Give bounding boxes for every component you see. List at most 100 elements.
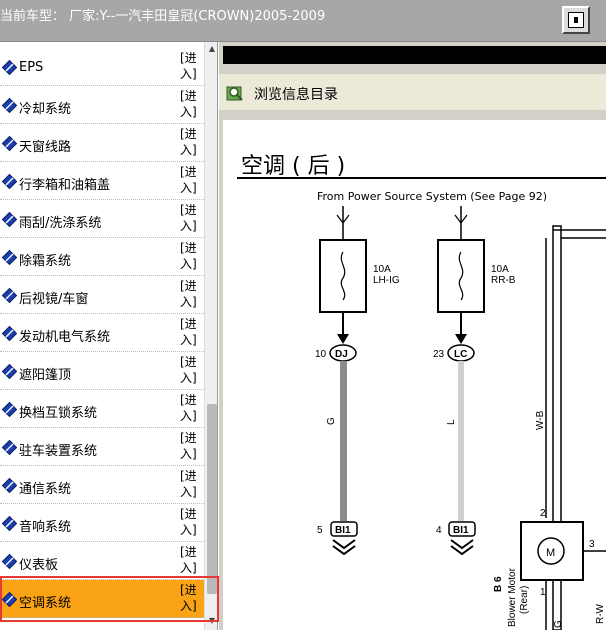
sidebar-item-label: 驻车装置系统	[19, 444, 98, 459]
conn2-pin: 23	[433, 349, 445, 360]
wiring-diagram-page: 空调 ( 后 ) From Power Source System (See P…	[223, 120, 606, 630]
sidebar-item[interactable]: 空调系统 [进入]	[0, 580, 204, 618]
sidebar-item-label: EPS	[19, 60, 44, 75]
sidebar-item[interactable]: 行李箱和油箱盖 [进入]	[0, 162, 204, 200]
enter-link[interactable]: [进入]	[180, 50, 200, 82]
enter-link[interactable]: [进入]	[180, 354, 200, 386]
bottom-wire: R-W	[595, 603, 606, 624]
sidebar-scrollbar[interactable]: ▲ ▼	[204, 42, 217, 630]
enter-link[interactable]: [进入]	[180, 544, 200, 576]
sidebar-item-label: 行李箱和油箱盖	[19, 178, 111, 193]
window-toggle-button[interactable]	[562, 6, 590, 34]
enter-link[interactable]: [进入]	[180, 88, 200, 120]
book-icon	[2, 212, 17, 227]
sidebar-item-label: 除霜系统	[19, 254, 72, 269]
content-panel: 浏览信息目录 空调 ( 后 ) From Power Source System…	[219, 42, 606, 630]
magnifier-icon	[226, 86, 243, 101]
sidebar-item-label: 后视镜/车窗	[19, 292, 89, 307]
bi1-id-b: BI1	[453, 525, 469, 536]
sidebar-item-label: 仪表板	[19, 558, 59, 573]
motor-side: (Rear)	[519, 586, 530, 614]
enter-link[interactable]: [进入]	[180, 392, 200, 424]
sidebar-item-label: 遮阳篷顶	[19, 368, 72, 383]
fuse1-rating: 10A	[373, 264, 391, 275]
sidebar-item-label: 通信系统	[19, 482, 72, 497]
sidebar-item[interactable]: 天窗线路 [进入]	[0, 124, 204, 162]
sidebar-item-label: 雨刮/洗涤系统	[19, 216, 102, 231]
motor-name: Blower Motor	[507, 567, 518, 627]
sidebar-item-label: 空调系统	[19, 596, 72, 611]
fuse2-rating: 10A	[491, 264, 509, 275]
sidebar-item[interactable]: 发动机电气系统 [进入]	[0, 314, 204, 352]
enter-link[interactable]: [进入]	[180, 468, 200, 500]
browse-directory-label[interactable]: 浏览信息目录	[254, 84, 338, 104]
sidebar-item[interactable]: 音响系统 [进入]	[0, 504, 204, 542]
conn2-id: LC	[454, 349, 467, 360]
motor-pin-side: 3	[589, 539, 595, 550]
bottom-letter: G	[553, 620, 564, 628]
sidebar-item[interactable]: EPS [进入]	[0, 48, 204, 86]
enter-link[interactable]: [进入]	[180, 430, 200, 462]
sidebar-item[interactable]: 驻车装置系统 [进入]	[0, 428, 204, 466]
enter-link[interactable]: [进入]	[180, 506, 200, 538]
wiring-diagram: 10A LH-IG 10A RR-B DJ 10 LC 23 G L BI1 5…	[315, 206, 606, 630]
bi1-id-a: BI1	[335, 525, 351, 536]
wire2-color: L	[446, 419, 457, 425]
enter-link[interactable]: [进入]	[180, 278, 200, 310]
enter-link[interactable]: [进入]	[180, 202, 200, 234]
enter-link[interactable]: [进入]	[180, 582, 200, 614]
enter-link[interactable]: [进入]	[180, 240, 200, 272]
window-caption: 当前车型： 厂家:Y--一汽丰田皇冠(CROWN)2005-2009	[0, 9, 326, 24]
browse-toolbar[interactable]: 浏览信息目录	[219, 74, 606, 110]
book-icon	[2, 326, 17, 341]
sidebar-list: EPS [进入] 冷却系统 [进入] 天窗线路 [进入] 行李箱和油箱盖 [进入] 雨刮/洗涤系…	[0, 48, 204, 618]
book-icon	[2, 136, 17, 151]
enter-link[interactable]: [进入]	[180, 164, 200, 196]
title-bar: 当前车型： 厂家:Y--一汽丰田皇冠(CROWN)2005-2009	[0, 0, 606, 42]
header-bar	[223, 46, 606, 64]
sidebar-item[interactable]: 通信系统 [进入]	[0, 466, 204, 504]
book-icon	[2, 60, 17, 75]
sidebar-item-label: 冷却系统	[19, 102, 72, 117]
book-icon	[2, 440, 17, 455]
sidebar-item[interactable]: 雨刮/洗涤系统 [进入]	[0, 200, 204, 238]
sidebar-item[interactable]: 换档互锁系统 [进入]	[0, 390, 204, 428]
book-icon	[2, 174, 17, 189]
book-icon	[2, 288, 17, 303]
sidebar-item[interactable]: 冷却系统 [进入]	[0, 86, 204, 124]
fuse2-name: RR-B	[491, 275, 516, 286]
book-icon	[2, 592, 17, 607]
book-icon	[2, 98, 17, 113]
scroll-down-icon[interactable]: ▼	[205, 614, 217, 628]
sidebar-item-label: 音响系统	[19, 520, 72, 535]
bi1-pin-b: 4	[436, 525, 442, 536]
conn1-id: DJ	[335, 349, 348, 360]
motor-pin-bottom: 1	[540, 587, 546, 598]
sidebar-item[interactable]: 除霜系统 [进入]	[0, 238, 204, 276]
motor-symbol: M	[546, 547, 555, 559]
sidebar-item[interactable]: 后视镜/车窗 [进入]	[0, 276, 204, 314]
motor-pin-top: 2	[540, 508, 546, 519]
panel-toggle-icon	[568, 12, 584, 28]
sidebar: EPS [进入] 冷却系统 [进入] 天窗线路 [进入] 行李箱和油箱盖 [进入] 雨刮/洗涤系…	[0, 42, 218, 630]
book-icon	[2, 554, 17, 569]
conn1-pin: 10	[315, 349, 327, 360]
wire3-color: W-B	[535, 410, 546, 430]
enter-link[interactable]: [进入]	[180, 126, 200, 158]
sidebar-item-label: 发动机电气系统	[19, 330, 111, 345]
sidebar-item-label: 天窗线路	[19, 140, 72, 155]
wire1-color: G	[326, 417, 337, 425]
scroll-thumb[interactable]	[207, 404, 217, 594]
book-icon	[2, 364, 17, 379]
book-icon	[2, 250, 17, 265]
motor-code: B 6	[493, 576, 504, 592]
sidebar-item[interactable]: 仪表板 [进入]	[0, 542, 204, 580]
scroll-up-icon[interactable]: ▲	[205, 42, 217, 56]
enter-link[interactable]: [进入]	[180, 316, 200, 348]
sidebar-item[interactable]: 遮阳篷顶 [进入]	[0, 352, 204, 390]
book-icon	[2, 516, 17, 531]
book-icon	[2, 402, 17, 417]
bi1-pin-a: 5	[317, 525, 323, 536]
sidebar-item-label: 换档互锁系统	[19, 406, 98, 421]
book-icon	[2, 478, 17, 493]
